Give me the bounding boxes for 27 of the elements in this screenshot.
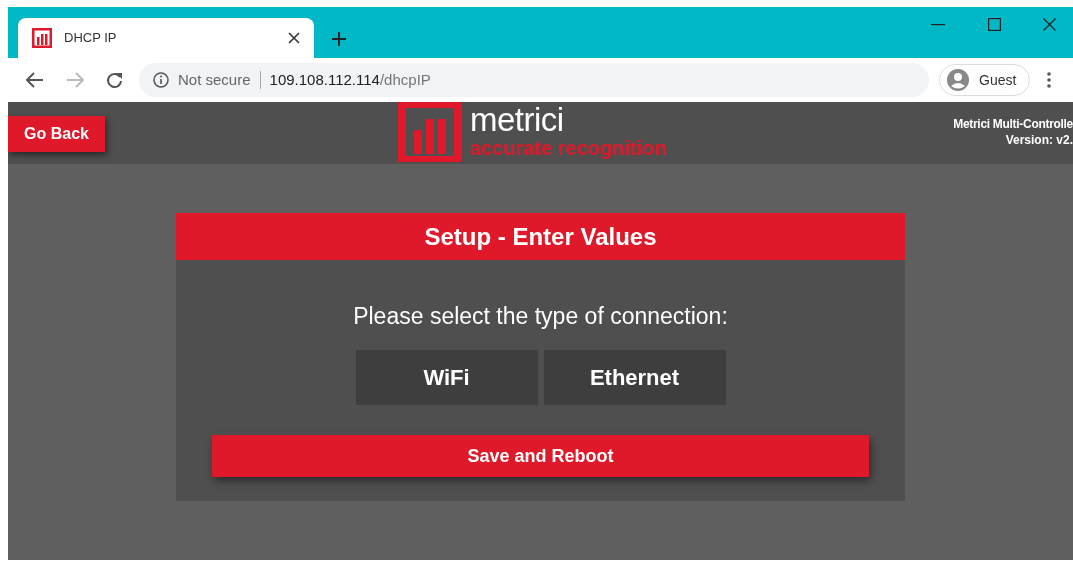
prompt-text: Please select the type of connection:: [353, 302, 728, 330]
avatar-icon: [947, 69, 969, 91]
card-title: Setup - Enter Values: [176, 213, 905, 260]
save-and-reboot-button[interactable]: Save and Reboot: [212, 435, 869, 477]
tab-title: DHCP IP: [64, 29, 118, 48]
logo-tagline: accurate recognition: [470, 138, 667, 158]
url-text: 109.108.112.114/dhcpIP: [269, 69, 431, 90]
menu-icon[interactable]: [1047, 72, 1052, 88]
info-icon: [153, 72, 169, 88]
reload-icon[interactable]: [106, 71, 123, 89]
connection-option[interactable]: WiFi: [355, 350, 538, 405]
browser-tab[interactable]: DHCP IP: [18, 18, 314, 58]
maximize-icon[interactable]: [988, 18, 1001, 31]
security-label: Not secure: [178, 69, 251, 90]
logo-icon: [32, 28, 52, 48]
minimize-icon[interactable]: [931, 24, 945, 26]
close-icon[interactable]: [1043, 18, 1056, 31]
logo-icon: [398, 102, 462, 162]
version-label: Version: v2.: [1005, 132, 1073, 148]
close-icon[interactable]: [288, 32, 300, 44]
connection-option[interactable]: Ethernet: [543, 350, 726, 405]
product-name: Metrici Multi-Controlle: [953, 116, 1073, 132]
new-tab-icon[interactable]: [332, 32, 346, 46]
go-back-button[interactable]: Go Back: [8, 116, 105, 152]
address-bar[interactable]: Not secure 109.108.112.114/dhcpIP: [139, 63, 929, 97]
back-arrow-icon[interactable]: [26, 72, 44, 88]
logo-name: metrici: [470, 102, 565, 138]
